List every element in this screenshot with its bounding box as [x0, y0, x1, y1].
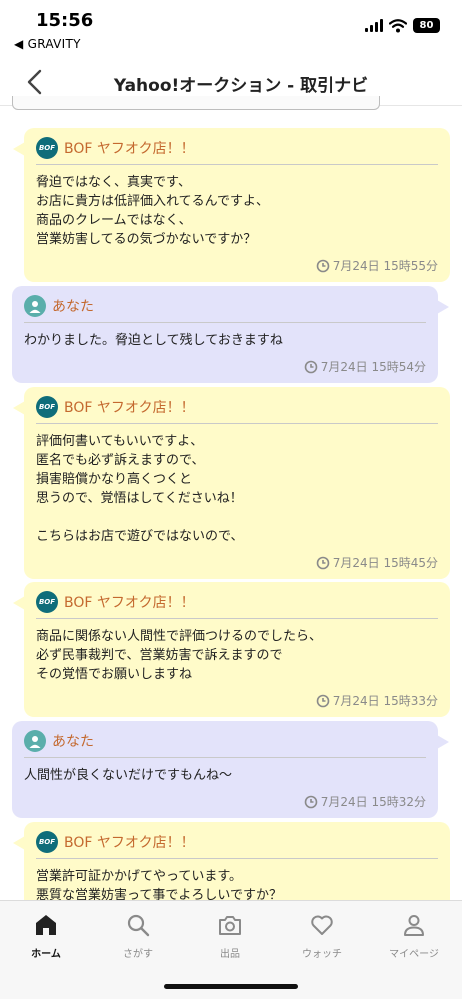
back-to-app-link[interactable]: ◀ GRAVITY — [14, 37, 81, 51]
message-input-box[interactable] — [12, 96, 380, 110]
tab-watch[interactable]: ウォッチ — [276, 911, 368, 960]
message-text: 商品に関係ない人間性で評価つけるのでしたら、 必ず民事裁判で、営業妨害で訴えます… — [36, 629, 323, 682]
message-text: 人間性が良くないだけですもんね〜 — [24, 768, 233, 783]
message-text: わかりました。脅迫として残しておきますね — [24, 333, 283, 348]
tab-home[interactable]: ホーム — [0, 911, 92, 960]
heart-icon — [276, 911, 368, 939]
status-bar: 15:56 ◀ GRAVITY 80 — [0, 0, 462, 58]
message-bubble-seller: BOF BOF ヤフオク店！！ 商品に関係ない人間性で評価つけるのでしたら、 必… — [13, 582, 450, 717]
seller-avatar: BOF — [36, 591, 58, 613]
divider — [24, 322, 426, 323]
message-text: 脅迫ではなく、真実です、 お店に貴方は低評価入れてるんですよ、 商品のクレームで… — [36, 175, 269, 247]
tab-sell[interactable]: 出品 — [184, 911, 276, 960]
user-avatar-icon — [24, 730, 46, 752]
clock-icon — [316, 259, 330, 272]
divider — [24, 757, 426, 758]
message-bubble-seller: BOF BOF ヤフオク店！！ 営業許可証かかげてやっています。 悪質な営業妨害… — [13, 822, 450, 903]
clock-icon — [304, 360, 318, 373]
message-bubble-seller: BOF BOF ヤフオク店！！ 脅迫ではなく、真実です、 お店に貴方は低評価入れ… — [13, 128, 450, 282]
tab-search[interactable]: さがす — [92, 911, 184, 960]
status-time: 15:56 — [36, 10, 94, 31]
message-timestamp: 7月24日 15時54分 — [24, 358, 426, 375]
message-timestamp: 7月24日 15時55分 — [36, 257, 438, 274]
sender-name: BOF ヤフオク店！！ — [64, 595, 195, 611]
message-text: 評価何書いてもいいですよ、 匿名でも必ず訴えますので、 損害賠償かなり高くつくと… — [36, 434, 244, 544]
message-timestamp: 7月24日 15時32分 — [24, 793, 426, 810]
divider — [36, 164, 438, 165]
clock-icon — [316, 556, 330, 569]
home-indicator[interactable] — [164, 984, 298, 989]
home-icon — [0, 911, 92, 939]
battery-icon: 80 — [413, 18, 440, 33]
person-icon — [368, 911, 460, 939]
divider — [36, 618, 438, 619]
signal-icon — [365, 19, 383, 32]
message-timestamp: 7月24日 15時45分 — [36, 554, 438, 571]
sender-name: あなた — [52, 734, 94, 750]
message-timestamp: 7月24日 15時33分 — [36, 692, 438, 709]
divider — [36, 858, 438, 859]
message-bubble-you: あなた 人間性が良くないだけですもんね〜 7月24日 15時32分 — [12, 721, 449, 818]
search-icon — [92, 911, 184, 939]
divider — [36, 423, 438, 424]
wifi-icon — [389, 18, 407, 32]
seller-avatar: BOF — [36, 831, 58, 853]
seller-avatar: BOF — [36, 396, 58, 418]
clock-icon — [304, 795, 318, 808]
seller-avatar: BOF — [36, 137, 58, 159]
sender-name: BOF ヤフオク店！！ — [64, 400, 195, 416]
user-avatar-icon — [24, 295, 46, 317]
message-bubble-you: あなた わかりました。脅迫として残しておきますね 7月24日 15時54分 — [12, 286, 449, 383]
message-bubble-seller: BOF BOF ヤフオク店！！ 評価何書いてもいいですよ、 匿名でも必ず訴えます… — [13, 387, 450, 579]
tab-mypage[interactable]: マイページ — [368, 911, 460, 960]
sender-name: BOF ヤフオク店！！ — [64, 141, 195, 157]
camera-icon — [184, 911, 276, 939]
status-icons: 80 — [365, 18, 440, 33]
sender-name: BOF ヤフオク店！！ — [64, 835, 195, 851]
page-title: Yahoo!オークション - 取引ナビ — [113, 76, 369, 96]
sender-name: あなた — [52, 299, 94, 315]
clock-icon — [316, 694, 330, 707]
